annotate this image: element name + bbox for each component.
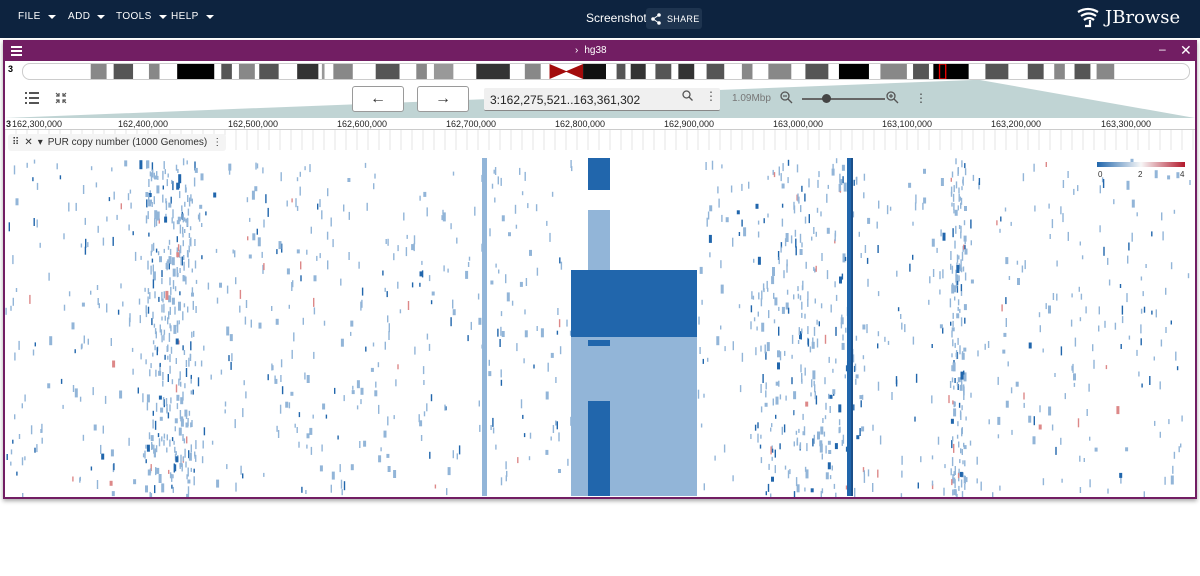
view-title: › hg38 [575, 45, 607, 56]
share-button[interactable]: SHARE [646, 8, 702, 29]
view-menu-icon[interactable]: ⋮ [915, 91, 927, 105]
zoom-slider-thumb[interactable] [822, 94, 831, 103]
menu-add-label: ADD [68, 11, 91, 22]
share-label: SHARE [667, 13, 700, 24]
menu-help[interactable]: HELP [171, 11, 214, 22]
ruler-tick: 163,200,000 [991, 119, 1042, 129]
ruler-tick: 162,500,000 [228, 119, 279, 129]
view-header: › hg38 – ✕ [5, 42, 1195, 61]
menu-tools-label: TOOLS [116, 11, 152, 22]
pan-right-button[interactable]: → [417, 86, 469, 112]
track-collapse-icon[interactable]: ▾ [38, 137, 43, 148]
minimize-icon[interactable]: – [1159, 42, 1166, 56]
more-vert-icon[interactable]: ⋮ [705, 89, 717, 103]
jbrowse-logo: JBrowse [1075, 6, 1180, 28]
ruler-tick: 162,900,000 [664, 119, 715, 129]
zoom-in-icon[interactable] [886, 91, 899, 107]
legend-tick: 4 [1180, 170, 1185, 179]
assembly-name: hg38 [584, 45, 607, 56]
close-icon[interactable]: ✕ [1180, 42, 1192, 59]
pan-left-button[interactable]: ← [352, 86, 404, 112]
caret-down-icon [97, 14, 106, 19]
linear-genome-view: › hg38 – ✕ 3 ← → 3:162,275,521..163,361,… [3, 40, 1197, 499]
copy-number-heatmap[interactable]: 0 2 4 [5, 130, 1195, 497]
collapse-icon[interactable] [54, 92, 68, 107]
session-name[interactable]: Screenshot [586, 11, 647, 25]
caret-down-icon [205, 14, 214, 19]
menu-add[interactable]: ADD [68, 11, 106, 22]
caret-down-icon [47, 14, 56, 19]
caret-down-icon [158, 14, 167, 19]
track-close-icon[interactable]: ✕ [24, 137, 32, 148]
menu-file[interactable]: FILE [18, 11, 56, 22]
menu-file-label: FILE [18, 11, 41, 22]
ruler-tick: 162,400,000 [118, 119, 169, 129]
ruler-chrom: 3 [6, 119, 12, 129]
hamburger-icon[interactable] [11, 46, 22, 58]
jbrowse-logo-icon [1077, 7, 1099, 28]
track-selector-icon[interactable] [25, 92, 39, 107]
bp-per-view-label: 1.09Mbp [732, 93, 771, 104]
menu-tools[interactable]: TOOLS [116, 11, 167, 22]
zoom-slider-track[interactable] [802, 98, 885, 100]
drag-handle-icon[interactable]: ⠿ [12, 137, 19, 148]
ruler-tick: 163,000,000 [773, 119, 824, 129]
arrow-left-icon: ← [370, 90, 386, 107]
color-legend: 0 2 4 [1097, 162, 1185, 179]
ruler-tick: 163,300,000 [1101, 119, 1152, 129]
legend-tick: 2 [1138, 170, 1143, 179]
menu-help-label: HELP [171, 11, 199, 22]
ruler-tick: 162,300,000 [12, 119, 63, 129]
search-icon[interactable] [682, 90, 693, 104]
chevron-right-icon[interactable]: › [575, 45, 578, 56]
legend-tick: 0 [1098, 170, 1103, 179]
share-icon [651, 12, 661, 25]
ruler[interactable]: 3 162,300,000 162,400,000 162,500,000 16… [5, 118, 1195, 130]
ruler-tick: 163,100,000 [882, 119, 933, 129]
ruler-tick: 162,800,000 [555, 119, 606, 129]
track-name: PUR copy number (1000 Genomes) [47, 137, 208, 148]
track-label: ⠿ ✕ ▾ PUR copy number (1000 Genomes) ⋮ [8, 134, 227, 151]
logo-text: JBrowse [1105, 6, 1181, 28]
zoom-out-icon[interactable] [780, 91, 793, 107]
app-bar: FILE ADD TOOLS HELP Screenshot SHARE JBr… [0, 0, 1200, 38]
ideogram-chrom-label: 3 [8, 64, 14, 74]
track-menu-icon[interactable]: ⋮ [212, 137, 222, 148]
arrow-right-icon: → [435, 90, 451, 107]
ruler-tick: 162,700,000 [446, 119, 497, 129]
chromosome-ideogram[interactable] [22, 63, 1190, 80]
ruler-tick: 162,600,000 [337, 119, 388, 129]
